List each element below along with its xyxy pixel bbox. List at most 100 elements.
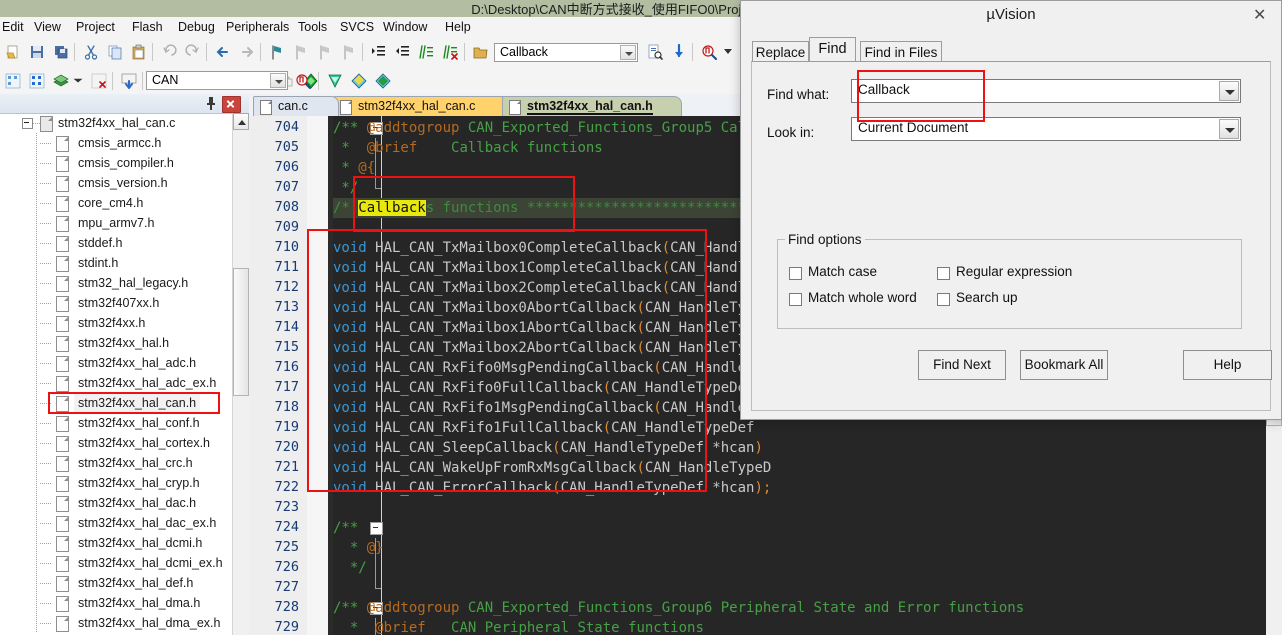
pin-icon[interactable] bbox=[203, 96, 219, 111]
tree-item-stm32f4xx_hal_cryp-h[interactable]: stm32f4xx_hal_cryp.h bbox=[0, 473, 233, 493]
tree-item-stdint-h[interactable]: stdint.h bbox=[0, 253, 233, 273]
chevron-down-icon[interactable] bbox=[1219, 81, 1239, 101]
tree-item-cmsis_compiler-h[interactable]: cmsis_compiler.h bbox=[0, 153, 233, 173]
tree-item-stm32f4xx_hal_dac-h[interactable]: stm32f4xx_hal_dac.h bbox=[0, 493, 233, 513]
code-line[interactable]: */ bbox=[333, 178, 358, 198]
bookmark-next-icon[interactable] bbox=[314, 41, 336, 63]
chevron-down-icon[interactable] bbox=[620, 45, 636, 60]
editor-tab-can-c[interactable]: can.c bbox=[253, 96, 339, 116]
code-line[interactable]: */ bbox=[333, 558, 367, 578]
code-line[interactable]: void HAL_CAN_ErrorCallback(CAN_HandleTyp… bbox=[333, 478, 771, 498]
code-line[interactable]: void HAL_CAN_RxFifo1FullCallback(CAN_Han… bbox=[333, 418, 763, 438]
bookmark-clear-icon[interactable] bbox=[338, 41, 360, 63]
code-line[interactable]: void HAL_CAN_RxFifo0FullCallback(CAN_Han… bbox=[333, 378, 763, 398]
code-line[interactable]: * @brief Callback functions bbox=[333, 138, 602, 158]
code-line[interactable]: void HAL_CAN_TxMailbox0CompleteCallback(… bbox=[333, 238, 763, 258]
menu-item-svcs[interactable]: SVCS bbox=[338, 20, 376, 34]
bookmark-all-button[interactable]: Bookmark All bbox=[1020, 350, 1108, 380]
code-line[interactable]: * @} bbox=[333, 538, 384, 558]
bookmark-prev-icon[interactable] bbox=[290, 41, 312, 63]
find-dialog-icon[interactable] bbox=[698, 41, 720, 63]
bookmark-toggle-icon[interactable] bbox=[266, 41, 288, 63]
rebuild-icon[interactable] bbox=[50, 70, 72, 92]
save-all-icon[interactable] bbox=[50, 41, 72, 63]
undo-icon[interactable] bbox=[158, 41, 180, 63]
dialog-close-button[interactable]: ✕ bbox=[1236, 1, 1281, 30]
code-line[interactable]: /** @addtogroup CAN_Exported_Functions_G… bbox=[333, 598, 1024, 618]
manage-components-icon[interactable] bbox=[372, 70, 394, 92]
code-line[interactable]: void HAL_CAN_SleepCallback(CAN_HandleTyp… bbox=[333, 438, 763, 458]
tree-item-stm32f4xx_hal_cortex-h[interactable]: stm32f4xx_hal_cortex.h bbox=[0, 433, 233, 453]
stop-build-icon[interactable] bbox=[88, 70, 110, 92]
indent-icon[interactable] bbox=[368, 41, 390, 63]
tree-item-stm32f4xx_hal_def-h[interactable]: stm32f4xx_hal_def.h bbox=[0, 573, 233, 593]
manage-run-time-environment-icon[interactable] bbox=[292, 70, 314, 92]
redo-icon[interactable] bbox=[182, 41, 204, 63]
look-in-combo[interactable]: Current Document bbox=[851, 117, 1241, 141]
regular-expression-checkbox[interactable] bbox=[937, 267, 950, 280]
scroll-thumb[interactable] bbox=[233, 268, 249, 396]
tree-item-cmsis_armcc-h[interactable]: cmsis_armcc.h bbox=[0, 133, 233, 153]
chevron-down-icon[interactable] bbox=[1219, 119, 1239, 139]
build-icon[interactable] bbox=[26, 70, 48, 92]
tree-item-stm32f4xx_hal_dcmi_ex-h[interactable]: stm32f4xx_hal_dcmi_ex.h bbox=[0, 553, 233, 573]
translate-icon[interactable] bbox=[2, 70, 24, 92]
help-button[interactable]: Help bbox=[1183, 350, 1272, 380]
tree-item-mpu_armv7-h[interactable]: mpu_armv7.h bbox=[0, 213, 233, 233]
tree-item-stm32f4xx_hal_conf-h[interactable]: stm32f4xx_hal_conf.h bbox=[0, 413, 233, 433]
chevron-down-icon[interactable] bbox=[724, 49, 732, 54]
open-folder-icon[interactable] bbox=[470, 41, 492, 63]
code-line[interactable]: * @{ bbox=[333, 158, 375, 178]
menu-item-window[interactable]: Window bbox=[381, 20, 429, 34]
tree-item-stm32f4xx_hal_adc-h[interactable]: stm32f4xx_hal_adc.h bbox=[0, 353, 233, 373]
incremental-find-icon[interactable] bbox=[668, 41, 690, 63]
tree-item-stm32f4xx_hal_dma_ex-h[interactable]: stm32f4xx_hal_dma_ex.h bbox=[0, 613, 233, 633]
match-whole-word-checkbox[interactable] bbox=[789, 293, 802, 306]
collapse-icon[interactable] bbox=[22, 118, 33, 129]
load-icon[interactable] bbox=[118, 70, 140, 92]
navigate-forward-icon[interactable] bbox=[236, 41, 258, 63]
menu-item-help[interactable]: Help bbox=[443, 20, 473, 34]
navigate-back-icon[interactable] bbox=[212, 41, 234, 63]
menu-item-debug[interactable]: Debug bbox=[176, 20, 217, 34]
copy-icon[interactable] bbox=[104, 41, 126, 63]
tree-item-stm32f4xx_hal_dma-h[interactable]: stm32f4xx_hal_dma.h bbox=[0, 593, 233, 613]
find-text-combo[interactable]: Callback bbox=[494, 43, 638, 62]
menu-item-project[interactable]: Project bbox=[74, 20, 117, 34]
tree-item-stm32f4xx-h[interactable]: stm32f4xx.h bbox=[0, 313, 233, 333]
target-select-combo[interactable]: CAN bbox=[146, 71, 288, 90]
close-panel-button[interactable] bbox=[222, 96, 241, 113]
editor-tab-stm32f4xx_hal_can-c[interactable]: stm32f4xx_hal_can.c bbox=[333, 96, 510, 116]
tree-item-stm32f4xx_hal_dcmi-h[interactable]: stm32f4xx_hal_dcmi.h bbox=[0, 533, 233, 553]
scroll-up-button[interactable] bbox=[233, 113, 249, 130]
tree-item-stm32f4xx_hal_can-h[interactable]: stm32f4xx_hal_can.h bbox=[0, 393, 233, 413]
code-line[interactable] bbox=[333, 578, 341, 598]
find-next-button[interactable]: Find Next bbox=[918, 350, 1006, 380]
menu-item-view[interactable]: View bbox=[32, 20, 63, 34]
code-line[interactable]: void HAL_CAN_RxFifo1MsgPendingCallback(C… bbox=[333, 398, 763, 418]
tree-item-stm32f4xx_hal_adc_ex-h[interactable]: stm32f4xx_hal_adc_ex.h bbox=[0, 373, 233, 393]
code-line[interactable] bbox=[333, 498, 341, 518]
save-icon[interactable] bbox=[26, 41, 48, 63]
code-line[interactable]: void HAL_CAN_WakeUpFromRxMsgCallback(CAN… bbox=[333, 458, 771, 478]
tree-item-stddef-h[interactable]: stddef.h bbox=[0, 233, 233, 253]
tree-item-stm32f407xx-h[interactable]: stm32f407xx.h bbox=[0, 293, 233, 313]
tree-item-stm32f4xx_hal-h[interactable]: stm32f4xx_hal.h bbox=[0, 333, 233, 353]
tab-find[interactable]: Find bbox=[809, 37, 856, 64]
comment-icon[interactable] bbox=[416, 41, 438, 63]
code-line[interactable]: * @brief CAN Peripheral State functions bbox=[333, 618, 704, 635]
tree-item-stm32f4xx_hal_crc-h[interactable]: stm32f4xx_hal_crc.h bbox=[0, 453, 233, 473]
new-file-icon[interactable] bbox=[2, 41, 24, 63]
multi-project-icon[interactable] bbox=[348, 70, 370, 92]
uncomment-icon[interactable] bbox=[440, 41, 462, 63]
chevron-down-icon[interactable] bbox=[270, 73, 286, 88]
search-up-checkbox[interactable] bbox=[937, 293, 950, 306]
find-in-files-icon[interactable] bbox=[644, 41, 666, 63]
project-file-tree[interactable]: stm32f4xx_hal_can.c cmsis_armcc.h cmsis_co… bbox=[0, 113, 233, 635]
menu-item-flash[interactable]: Flash bbox=[130, 20, 165, 34]
tree-root-item[interactable]: stm32f4xx_hal_can.c bbox=[0, 113, 233, 133]
tree-scrollbar[interactable] bbox=[232, 113, 249, 635]
tree-item-stm32f4xx_hal_dac_ex-h[interactable]: stm32f4xx_hal_dac_ex.h bbox=[0, 513, 233, 533]
code-line[interactable] bbox=[333, 218, 341, 238]
tree-item-stm32_hal_legacy-h[interactable]: stm32_hal_legacy.h bbox=[0, 273, 233, 293]
